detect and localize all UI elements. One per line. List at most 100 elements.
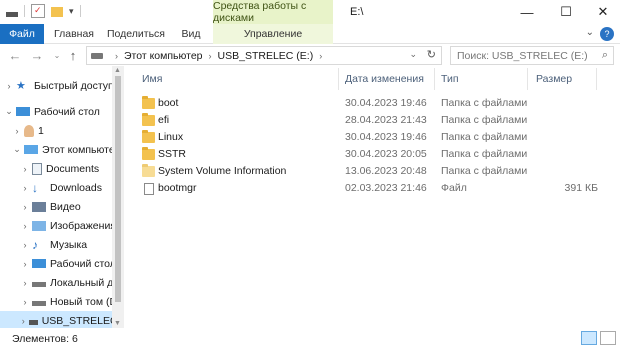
column-divider[interactable] — [338, 68, 339, 90]
folder-icon — [142, 96, 155, 109]
search-input[interactable]: Поиск: USB_STRELEC (E:) ⌕ — [450, 46, 614, 65]
nav-item-desktop-root[interactable]: ⌄ Рабочий стол — [0, 102, 124, 121]
breadcrumb-usb-drive[interactable]: USB_STRELEC (E:) — [218, 50, 314, 62]
file-row-sstr[interactable]: SSTR 30.04.2023 20:05 Папка с файлами — [136, 146, 610, 163]
file-type: Файл — [441, 182, 467, 194]
file-name: System Volume Information — [158, 165, 287, 177]
chevron-down-icon[interactable]: ⌄ — [409, 49, 417, 60]
nav-item-quick-access[interactable]: › ★ Быстрый доступ — [0, 76, 124, 95]
chevron-right-icon[interactable]: › — [319, 51, 322, 61]
file-name: efi — [158, 114, 170, 126]
breadcrumb-this-pc[interactable]: Этот компьютер — [124, 50, 203, 62]
nav-item-downloads[interactable]: › ↓ Downloads — [0, 178, 124, 197]
nav-item-desktop[interactable]: › Рабочий стол — [0, 254, 124, 273]
nav-item-local-disk[interactable]: › Локальный ди — [0, 273, 124, 292]
maximize-button[interactable]: ☐ — [551, 0, 581, 24]
column-divider[interactable] — [434, 68, 435, 90]
properties-icon[interactable]: ✓ — [31, 4, 45, 18]
computer-icon — [24, 145, 38, 154]
large-icons-view-icon[interactable] — [600, 331, 616, 345]
chevron-down-icon[interactable]: ⌄ — [4, 106, 14, 117]
nav-item-label: Новый том (D — [50, 295, 118, 308]
nav-item-new-volume[interactable]: › Новый том (D — [0, 292, 124, 311]
disk-tools-header: Средства работы с дисками — [213, 0, 333, 24]
chevron-right-icon[interactable]: › — [20, 259, 30, 269]
user-icon — [24, 124, 34, 137]
chevron-right-icon[interactable]: › — [209, 51, 212, 61]
file-date: 30.04.2023 19:46 — [345, 97, 427, 109]
music-icon: ♪ — [32, 237, 38, 252]
chevron-right-icon[interactable]: › — [20, 316, 27, 326]
file-type: Папка с файлами — [441, 165, 528, 177]
column-header-date[interactable]: Дата изменения — [345, 66, 424, 92]
chevron-right-icon[interactable]: › — [20, 297, 30, 307]
back-icon[interactable]: ← — [6, 46, 24, 64]
file-row-efi[interactable]: efi 28.04.2023 21:43 Папка с файлами — [136, 112, 610, 129]
usb-drive-icon — [28, 320, 38, 325]
file-type: Папка с файлами — [441, 131, 528, 143]
tab-home[interactable]: Главная — [50, 24, 98, 44]
nav-item-this-pc[interactable]: ⌄ Этот компьютер — [0, 140, 124, 159]
column-header-size[interactable]: Размер — [536, 66, 572, 92]
nav-item-usb-strelec[interactable]: › USB_STRELEC ( — [0, 311, 124, 328]
file-row-system-volume-information[interactable]: System Volume Information 13.06.2023 20:… — [136, 163, 610, 180]
tab-view[interactable]: Вид — [176, 24, 206, 44]
scroll-up-icon[interactable]: ▲ — [114, 67, 121, 74]
chevron-right-icon[interactable]: › — [20, 202, 30, 212]
column-divider[interactable] — [527, 68, 528, 90]
tab-manage[interactable]: Управление — [213, 24, 333, 44]
column-header-name[interactable]: Имя — [142, 66, 162, 92]
tab-file[interactable]: Файл — [0, 24, 44, 44]
navigation-bar: ← → ⌄ ↑ › Этот компьютер › USB_STRELEC (… — [0, 44, 620, 66]
chevron-right-icon[interactable]: › — [20, 221, 30, 231]
close-button[interactable]: ✕ — [588, 0, 618, 24]
expand-ribbon-icon[interactable]: ⌄ — [586, 27, 594, 38]
up-icon[interactable]: ↑ — [64, 46, 82, 64]
refresh-icon[interactable]: ↻ — [427, 48, 436, 61]
chevron-right-icon[interactable]: › — [20, 240, 30, 250]
file-row-linux[interactable]: Linux 30.04.2023 19:46 Папка с файлами — [136, 129, 610, 146]
nav-item-pictures[interactable]: › Изображения — [0, 216, 124, 235]
search-placeholder: Поиск: USB_STRELEC (E:) — [457, 49, 588, 62]
new-folder-icon[interactable] — [51, 7, 63, 17]
column-header-type[interactable]: Тип — [441, 66, 459, 92]
address-bar[interactable]: › Этот компьютер › USB_STRELEC (E:) › ⌄ … — [86, 46, 442, 65]
tab-share[interactable]: Поделиться — [104, 24, 168, 44]
file-row-bootmgr[interactable]: bootmgr 02.03.2023 21:46 Файл 391 КБ — [136, 180, 610, 197]
chevron-right-icon[interactable]: › — [115, 51, 118, 61]
qat-dropdown-icon[interactable]: ▾ — [69, 6, 74, 17]
nav-scrollbar-thumb[interactable] — [115, 76, 121, 302]
nav-item-video[interactable]: › Видео — [0, 197, 124, 216]
chevron-right-icon[interactable]: › — [20, 164, 30, 174]
file-name: boot — [158, 97, 179, 109]
nav-item-documents[interactable]: › Documents — [0, 159, 124, 178]
nav-item-music[interactable]: › ♪ Музыка — [0, 235, 124, 254]
folder-icon — [142, 164, 155, 177]
search-icon: ⌕ — [601, 49, 608, 61]
ribbon-tabs: Файл Главная Поделиться Вид Управление ⌄… — [0, 24, 620, 44]
chevron-right-icon[interactable]: › — [4, 81, 14, 91]
nav-item-label: Downloads — [50, 181, 102, 194]
item-count: Элементов: 6 — [12, 333, 78, 345]
folder-icon — [142, 113, 155, 126]
nav-item-label: Изображения — [50, 219, 116, 232]
scroll-down-icon[interactable]: ▼ — [114, 320, 121, 327]
nav-scrollbar[interactable]: ▲ ▼ — [112, 66, 124, 328]
file-name: bootmgr — [158, 182, 197, 194]
file-row-boot[interactable]: boot 30.04.2023 19:46 Папка с файлами — [136, 95, 610, 112]
forward-icon[interactable]: → — [28, 46, 46, 64]
nav-item-user[interactable]: › 1 — [0, 121, 124, 140]
file-name: Linux — [158, 131, 184, 143]
help-icon[interactable]: ? — [600, 27, 614, 41]
file-type: Папка с файлами — [441, 148, 528, 160]
file-type: Папка с файлами — [441, 114, 528, 126]
chevron-down-icon[interactable]: ⌄ — [12, 144, 22, 155]
chevron-right-icon[interactable]: › — [20, 278, 30, 288]
column-divider[interactable] — [596, 68, 597, 90]
chevron-right-icon[interactable]: › — [20, 183, 30, 193]
folder-icon — [142, 147, 155, 160]
minimize-button[interactable]: — — [512, 0, 542, 24]
chevron-right-icon[interactable]: › — [12, 126, 22, 136]
details-view-icon[interactable] — [581, 331, 597, 345]
nav-item-label: Рабочий стол — [50, 257, 116, 270]
